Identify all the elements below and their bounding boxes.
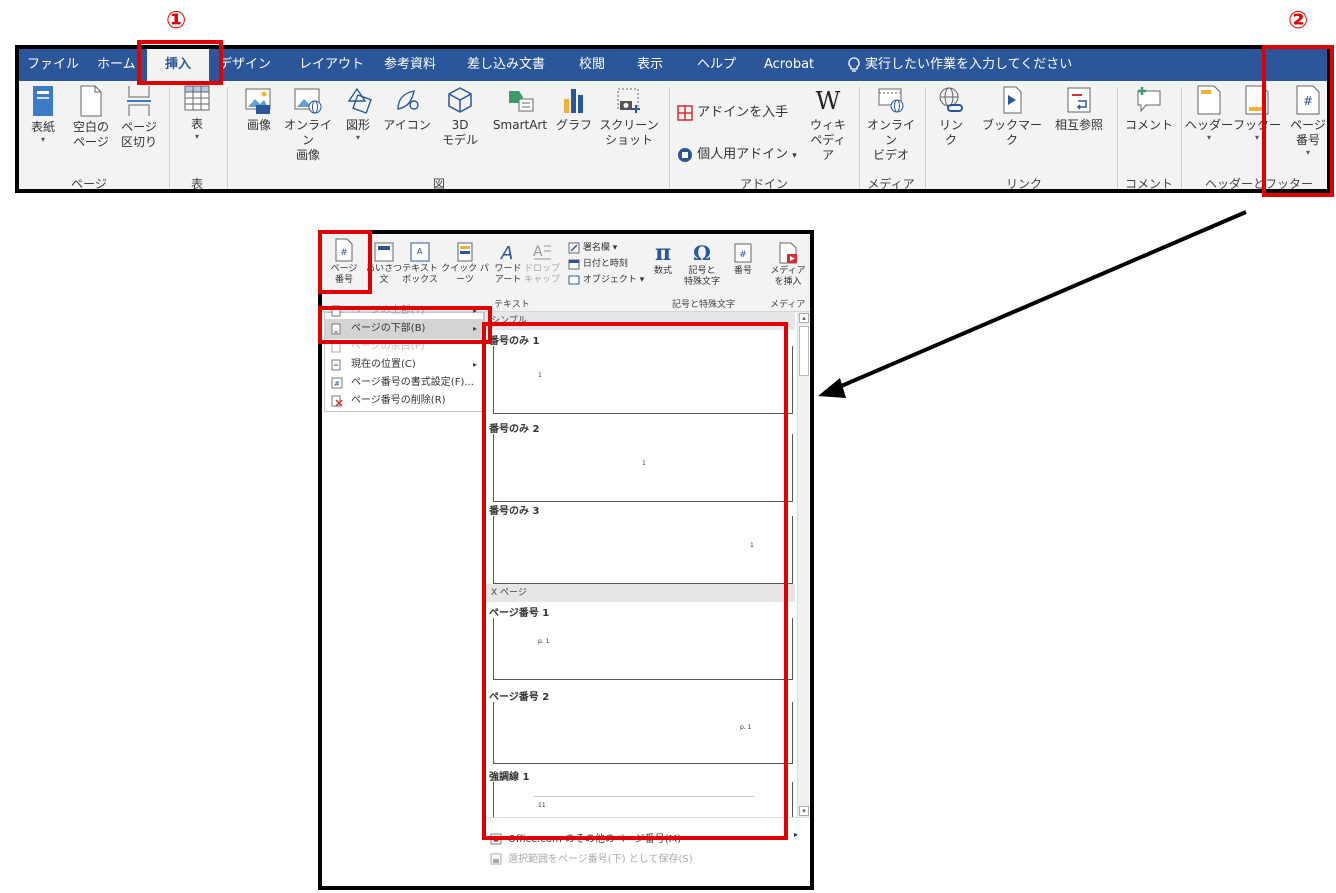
highlight-page-number-2: [318, 230, 372, 294]
save-selection-button[interactable]: 選択範囲をページ番号(下) として保存(S): [490, 850, 693, 865]
date-time-button[interactable]: 日付と時刻: [568, 256, 628, 270]
object-button[interactable]: オブジェクト ▾: [568, 272, 644, 286]
signature-icon: [568, 242, 580, 253]
group-text-label: テキスト: [494, 300, 530, 310]
object-icon: [568, 275, 580, 284]
menu-item-remove-page-numbers[interactable]: ページ番号の削除(R): [325, 391, 483, 411]
group-symbols-label: 記号と特殊文字: [672, 300, 736, 310]
svg-text:#: #: [739, 250, 747, 260]
pi-icon: π: [655, 242, 671, 264]
svg-text:A: A: [417, 247, 423, 256]
media-icon: [779, 242, 797, 264]
svg-text:Ω: Ω: [693, 242, 711, 264]
textbox-icon: A: [410, 242, 430, 262]
signature-line-button[interactable]: 署名欄 ▾: [568, 240, 617, 254]
scroll-down-icon[interactable]: ▾: [799, 806, 809, 816]
wordart-button[interactable]: A ワード アート: [490, 242, 526, 286]
svg-text:#: #: [334, 380, 340, 388]
svg-text:A: A: [533, 244, 543, 260]
calendar-icon: [568, 259, 580, 269]
drop-cap-icon: A: [533, 244, 551, 260]
drop-cap-button[interactable]: A ドロップ キャップ: [524, 242, 560, 286]
svg-text:π: π: [655, 242, 671, 264]
quick-parts-button[interactable]: クイック パーツ: [440, 242, 490, 286]
scroll-up-icon[interactable]: ▴: [799, 313, 809, 323]
textbox-button[interactable]: A テキスト ボックス: [400, 242, 440, 286]
wordart-icon: A: [500, 243, 513, 262]
menu-item-current-position[interactable]: 現在の位置(C) ▸: [325, 355, 483, 375]
insert-media-button[interactable]: メディア を挿入: [768, 242, 808, 288]
highlight-gallery: [482, 322, 788, 840]
symbol-button[interactable]: Ω 記号と 特殊文字: [680, 242, 724, 288]
gallery-scrollbar[interactable]: ▴ ▾: [797, 312, 809, 817]
format-icon: #: [331, 377, 343, 389]
highlight-bottom-of-page: [318, 306, 492, 344]
current-position-icon: [331, 359, 341, 371]
remove-icon: [331, 395, 343, 407]
save-gallery-icon: [490, 853, 502, 865]
number-button[interactable]: # 番号: [728, 242, 758, 277]
omega-icon: Ω: [693, 242, 711, 264]
greeting-icon: [374, 242, 394, 262]
equation-button[interactable]: π 数式: [648, 242, 678, 277]
number-icon: #: [734, 243, 752, 263]
quick-parts-icon: [457, 242, 473, 262]
menu-item-format-page-numbers[interactable]: # ページ番号の書式設定(F)...: [325, 373, 483, 393]
svg-text:A: A: [500, 243, 513, 262]
scroll-thumb[interactable]: [799, 326, 809, 376]
group-media-label-2: メディア: [770, 300, 806, 310]
